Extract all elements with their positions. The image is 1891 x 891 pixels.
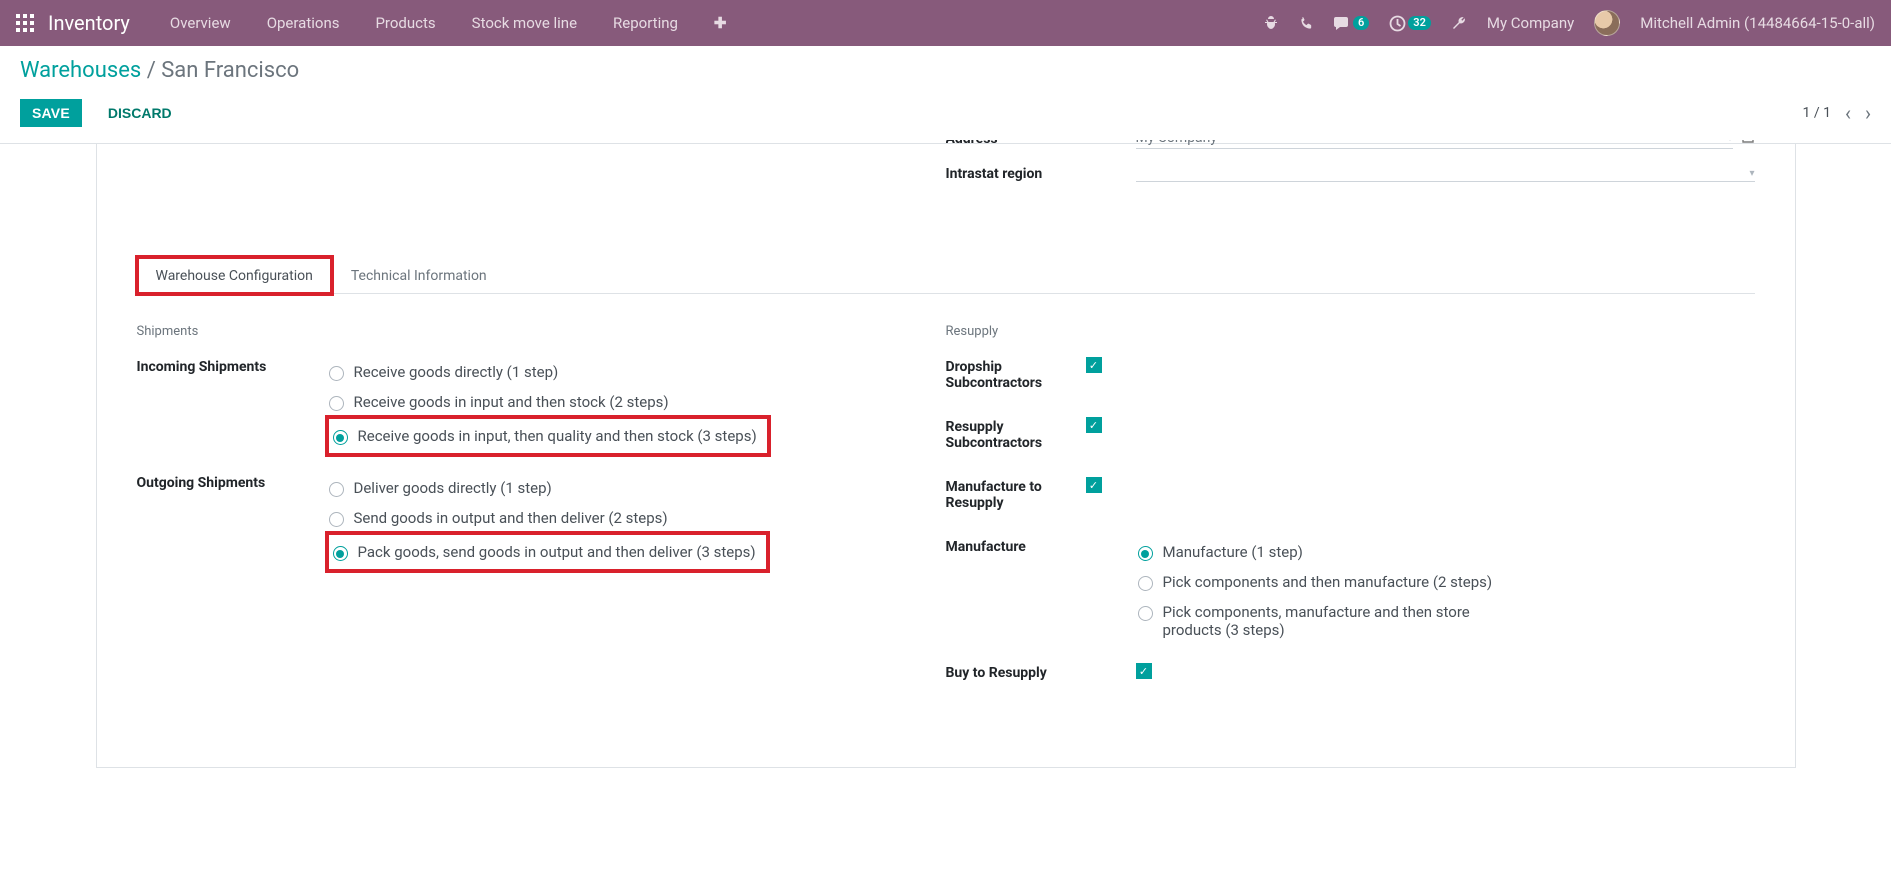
bug-icon[interactable] <box>1263 15 1279 31</box>
highlight-outgoing-3steps: Pack goods, send goods in output and the… <box>329 535 766 569</box>
option-label: Send goods in output and then deliver (2… <box>354 509 668 527</box>
address-input[interactable]: My Company ▾ <box>1136 140 1733 149</box>
company-selector[interactable]: My Company <box>1487 14 1574 32</box>
manufacture-opt-2steps[interactable]: Pick components and then manufacture (2 … <box>1138 567 1755 597</box>
dropdown-caret-icon[interactable]: ▾ <box>1749 168 1754 179</box>
tab-warehouse-configuration[interactable]: Warehouse Configuration <box>137 257 332 294</box>
messaging-badge: 6 <box>1353 16 1369 30</box>
breadcrumb-parent[interactable]: Warehouses <box>20 58 141 83</box>
phone-icon[interactable] <box>1299 16 1314 31</box>
external-link-icon[interactable] <box>1741 140 1755 148</box>
outgoing-opt-1step[interactable]: Deliver goods directly (1 step) <box>329 473 759 503</box>
pager-next[interactable]: › <box>1865 101 1871 125</box>
manufacture-to-resupply-checkbox[interactable] <box>1086 477 1102 493</box>
manufacture-label: Manufacture <box>946 537 1138 645</box>
dropship-subcontractors-checkbox[interactable] <box>1086 357 1102 373</box>
radio-icon[interactable] <box>333 546 348 561</box>
outgoing-opt-2steps[interactable]: Send goods in output and then deliver (2… <box>329 503 759 533</box>
buy-to-resupply-label: Buy to Resupply <box>946 663 1136 681</box>
control-panel: Warehouses / San Francisco SAVE DISCARD … <box>0 46 1891 144</box>
activities-badge: 32 <box>1408 16 1431 30</box>
buy-to-resupply-checkbox[interactable] <box>1136 663 1152 679</box>
menu-operations[interactable]: Operations <box>267 14 340 32</box>
breadcrumb: Warehouses / San Francisco <box>20 58 1871 83</box>
option-label: Pick components and then manufacture (2 … <box>1163 573 1493 591</box>
user-menu[interactable]: Mitchell Admin (14484664-15-0-all) <box>1640 14 1875 32</box>
app-brand[interactable]: Inventory <box>48 11 130 35</box>
main-navbar: Inventory Overview Operations Products S… <box>0 0 1891 46</box>
menu-products[interactable]: Products <box>375 14 435 32</box>
radio-icon[interactable] <box>329 512 344 527</box>
incoming-opt-2steps[interactable]: Receive goods in input and then stock (2… <box>329 387 759 417</box>
incoming-opt-1step[interactable]: Receive goods directly (1 step) <box>329 357 759 387</box>
messaging-icon[interactable]: 6 <box>1334 16 1369 31</box>
tabs: Warehouse Configuration Technical Inform… <box>137 256 1755 294</box>
manufacture-to-resupply-label: Manufacture to Resupply <box>946 477 1086 511</box>
radio-icon[interactable] <box>329 396 344 411</box>
radio-icon[interactable] <box>329 482 344 497</box>
systray: 6 32 My Company Mitchell Admin (14484664… <box>1263 10 1875 36</box>
discard-button[interactable]: DISCARD <box>96 99 184 127</box>
option-label: Manufacture (1 step) <box>1163 543 1303 561</box>
save-button[interactable]: SAVE <box>20 99 82 127</box>
form-sheet: Address My Company ▾ Intrastat region <box>96 144 1796 768</box>
dropdown-caret-icon[interactable]: ▾ <box>1727 140 1732 144</box>
incoming-shipments-label: Incoming Shipments <box>137 357 329 455</box>
radio-icon[interactable] <box>1138 576 1153 591</box>
outgoing-shipments-label: Outgoing Shipments <box>137 473 329 571</box>
option-label: Receive goods in input, then quality and… <box>358 427 757 445</box>
radio-icon[interactable] <box>333 430 348 445</box>
intrastat-label: Intrastat region <box>946 166 1136 182</box>
outgoing-opt-3steps[interactable]: Pack goods, send goods in output and the… <box>333 537 756 567</box>
option-label: Receive goods directly (1 step) <box>354 363 559 381</box>
menu-add[interactable]: ✚ <box>714 14 727 32</box>
activities-icon[interactable]: 32 <box>1389 15 1431 32</box>
radio-icon[interactable] <box>329 366 344 381</box>
pager-prev[interactable]: ‹ <box>1845 101 1851 125</box>
dropship-subcontractors-label: Dropship Subcontractors <box>946 357 1086 391</box>
avatar <box>1594 10 1620 36</box>
section-resupply: Resupply <box>946 324 1755 339</box>
tools-icon[interactable] <box>1451 15 1467 31</box>
address-value: My Company <box>1136 140 1218 146</box>
menu-overview[interactable]: Overview <box>170 14 231 32</box>
radio-icon[interactable] <box>1138 546 1153 561</box>
manufacture-opt-1step[interactable]: Manufacture (1 step) <box>1138 537 1755 567</box>
option-label: Pack goods, send goods in output and the… <box>358 543 756 561</box>
resupply-subcontractors-label: Resupply Subcontractors <box>946 417 1086 451</box>
incoming-opt-3steps[interactable]: Receive goods in input, then quality and… <box>333 421 757 451</box>
menu-stock-move-line[interactable]: Stock move line <box>472 14 577 32</box>
apps-icon[interactable] <box>16 14 34 32</box>
highlight-incoming-3steps: Receive goods in input, then quality and… <box>329 419 767 453</box>
option-label: Receive goods in input and then stock (2… <box>354 393 669 411</box>
option-label: Deliver goods directly (1 step) <box>354 479 552 497</box>
tab-technical-information[interactable]: Technical Information <box>332 257 506 294</box>
resupply-subcontractors-checkbox[interactable] <box>1086 417 1102 433</box>
main-menu: Overview Operations Products Stock move … <box>170 14 727 32</box>
menu-reporting[interactable]: Reporting <box>613 14 678 32</box>
option-label: Pick components, manufacture and then st… <box>1163 603 1498 639</box>
manufacture-opt-3steps[interactable]: Pick components, manufacture and then st… <box>1138 597 1498 645</box>
radio-icon[interactable] <box>1138 606 1153 621</box>
breadcrumb-current: San Francisco <box>161 58 299 83</box>
intrastat-input[interactable]: ▾ <box>1136 166 1755 182</box>
section-shipments: Shipments <box>137 324 946 339</box>
address-label: Address <box>946 140 1136 147</box>
pager-value[interactable]: 1 / 1 <box>1803 105 1831 121</box>
